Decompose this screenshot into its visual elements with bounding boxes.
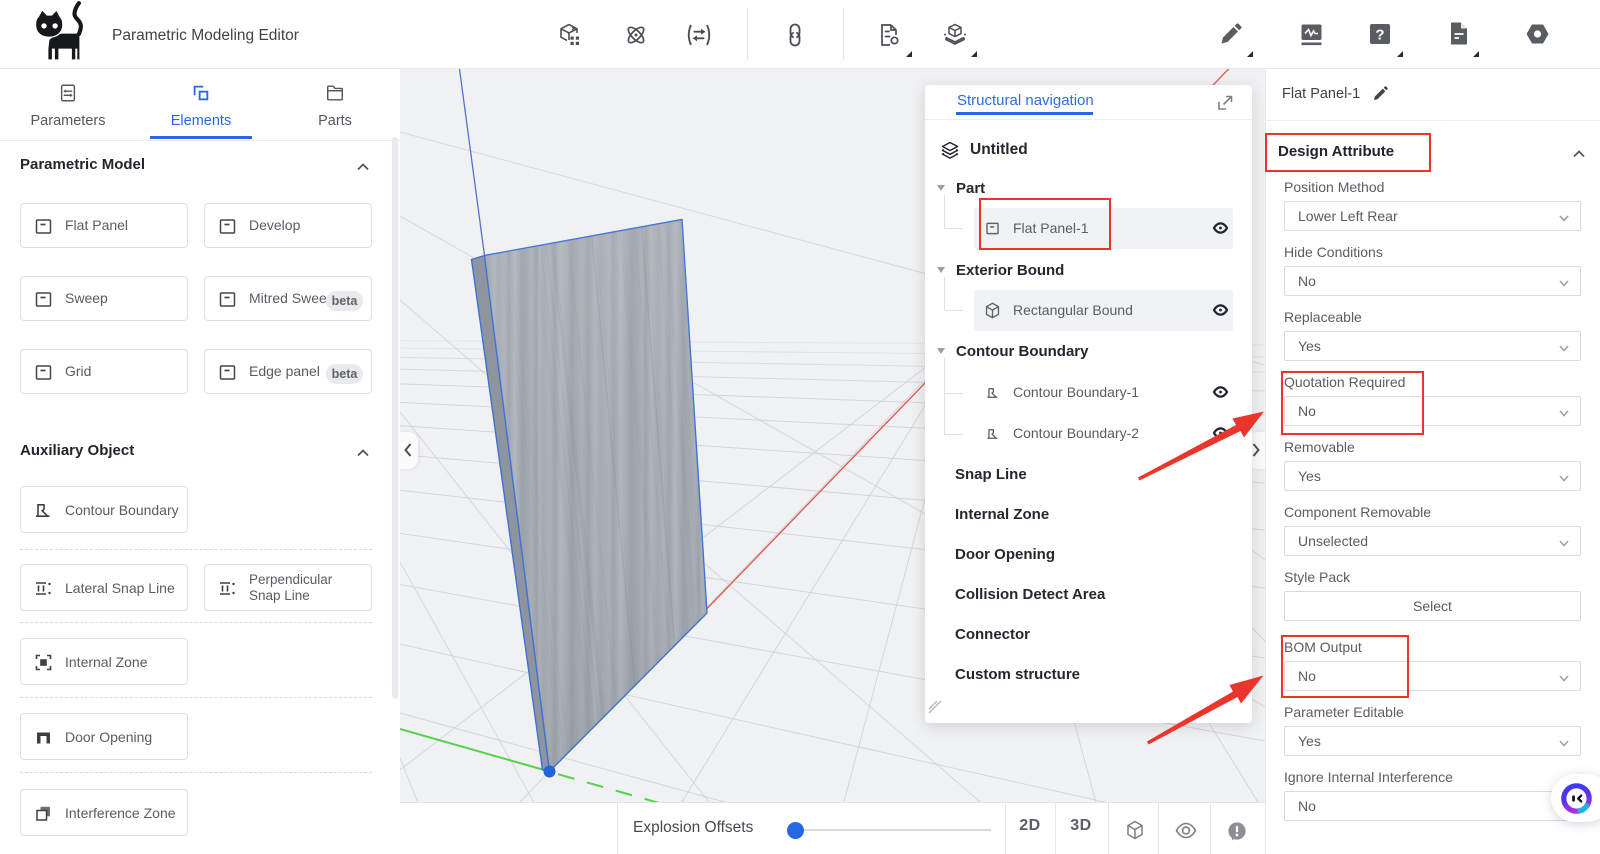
svg-text:?: ? — [1375, 27, 1384, 44]
